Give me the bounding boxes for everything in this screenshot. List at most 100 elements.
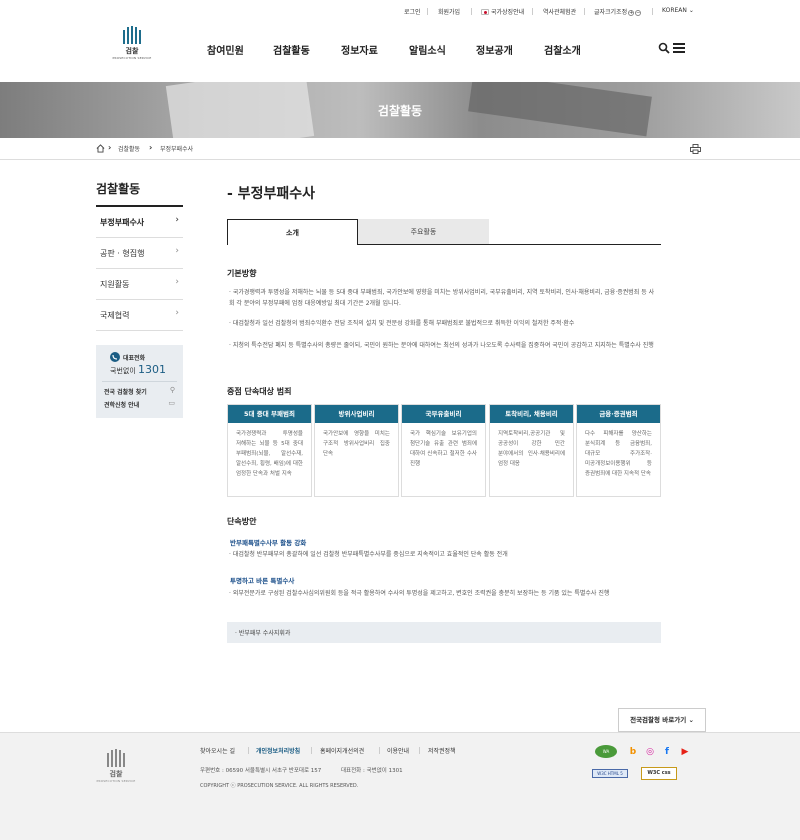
sidebar-item-international[interactable]: 국제협력 › xyxy=(96,300,183,331)
method-subtitle: 반부패특별수사부 활동 강화 xyxy=(230,539,307,547)
chevron-down-icon: ⌄ xyxy=(688,7,694,14)
divider xyxy=(584,8,585,15)
hamburger-menu-icon[interactable] xyxy=(673,43,685,53)
nav-item-about[interactable]: 검찰소개 xyxy=(544,42,581,57)
logo-text-en: PROSECUTION SERVICE xyxy=(112,56,152,60)
divider xyxy=(652,8,653,15)
method-paragraph: · 외부전문가로 구성된 검찰수사심의위원회 등을 적극 활용하여 수사의 투명… xyxy=(229,590,610,597)
card-heading: 방위사업비리 xyxy=(315,405,398,423)
divider xyxy=(532,8,533,15)
history-hall-link[interactable]: 역사관체험관 xyxy=(543,7,576,16)
method-subtitle: 투명하고 바른 특별수사 xyxy=(230,577,295,585)
divider xyxy=(419,747,420,754)
search-icon[interactable] xyxy=(658,42,670,54)
call-prefix: 국번없이 xyxy=(110,367,136,375)
print-icon[interactable] xyxy=(690,144,701,154)
tab-intro[interactable]: 소개 xyxy=(227,219,358,245)
font-size-control: 글자크기조정 + − xyxy=(594,7,642,16)
w3c-html-badge: W3C HTML 5 xyxy=(592,769,628,778)
tab-bar: 소개 주요활동 xyxy=(227,219,661,245)
sidebar-item-label: 부정부패수사 xyxy=(100,218,145,227)
footer-link-directions[interactable]: 찾아오시는 길 xyxy=(200,746,235,755)
basic-paragraph: · 국가경쟁력과 투명성을 저해하는 뇌물 등 5대 중대 부패범죄, 국가안보… xyxy=(229,289,655,307)
national-symbol-link[interactable]: 국가상징안내 xyxy=(481,7,524,16)
facebook-icon[interactable]: f xyxy=(662,747,672,757)
breadcrumb: › 검찰활동 › 부정부패수사 xyxy=(0,138,800,160)
footer-logo: 검찰 PROSECUTION SERVICE xyxy=(96,749,136,783)
section-title-basic: 기본방향 xyxy=(227,269,257,278)
tour-guide-link[interactable]: 견학신청 안내 xyxy=(104,400,139,409)
footer-link-usage[interactable]: 이용안내 xyxy=(387,746,409,755)
nav-item-activities[interactable]: 검찰활동 xyxy=(273,42,310,57)
language-select[interactable]: KOREAN ⌄ xyxy=(662,7,694,14)
footer-link-privacy[interactable]: 개인정보처리방침 xyxy=(256,746,300,755)
page-banner: 검찰활동 xyxy=(0,82,800,138)
instagram-icon[interactable]: ◎ xyxy=(645,747,655,757)
card-body: 지역토착비리,공공기관 및 공공성이 강한 민간 분야에서의 인사·채용비리에 … xyxy=(498,431,565,467)
page-title: - 부정부패수사 xyxy=(227,186,315,202)
calendar-icon: ▭ xyxy=(168,399,175,407)
card-body: 국가경쟁력과 투명성을 저해하는 뇌물 등 5대 중대 부패범죄(뇌물, 알선수… xyxy=(236,431,303,477)
breadcrumb-item[interactable]: 검찰활동 xyxy=(118,144,140,153)
sidebar-item-trial[interactable]: 공판 · 형집행 › xyxy=(96,238,183,269)
divider xyxy=(427,8,428,15)
nav-item-participation[interactable]: 참여민원 xyxy=(207,42,244,57)
divider xyxy=(248,747,249,754)
sidebar-item-label: 지원활동 xyxy=(100,280,130,289)
font-minus-button[interactable]: − xyxy=(635,10,642,16)
chevron-right-icon: › xyxy=(175,277,179,287)
chevron-right-icon: › xyxy=(175,308,179,318)
divider xyxy=(471,8,472,15)
divider xyxy=(379,747,380,754)
card-heading: 토착비리, 채용비리 xyxy=(490,405,573,423)
blog-icon[interactable]: b xyxy=(628,747,638,757)
card-heading: 금융·증권범죄 xyxy=(577,405,660,423)
method-paragraph: · 대검찰청 반부패부의 총괄하에 일선 검찰청 반부패특별수사부를 중심으로 … xyxy=(229,551,508,558)
breadcrumb-item-current[interactable]: 부정부패수사 xyxy=(160,144,193,153)
find-office-link[interactable]: 전국 검찰청 찾기 xyxy=(104,387,147,396)
font-plus-button[interactable]: + xyxy=(628,10,635,16)
tab-activities[interactable]: 주요활동 xyxy=(358,219,489,245)
utility-bar: 로그인 회원가입 국가상징안내 역사관체험관 글자크기조정 + − KOREAN ⌄ xyxy=(0,0,800,22)
basic-paragraph: · 지청의 특수전담 폐지 등 특별수사의 총량은 줄이되, 국민이 원하는 분… xyxy=(229,342,654,349)
card-heading: 국부유출비리 xyxy=(402,405,485,423)
nav-item-resources[interactable]: 정보자료 xyxy=(341,42,378,57)
focus-card: 토착비리, 채용비리 지역토착비리,공공기관 및 공공성이 강한 민간 분야에서… xyxy=(489,404,574,497)
card-body: 국가 핵심기술 보유기업의 첨단기술 유출 관련 범죄에 대하여 신속하고 철저… xyxy=(410,431,477,467)
nav-item-disclosure[interactable]: 정보공개 xyxy=(476,42,513,57)
youtube-icon[interactable]: ▶ xyxy=(680,747,690,757)
sidebar-item-label: 국제협력 xyxy=(100,311,130,320)
section-title-method: 단속방안 xyxy=(227,517,257,526)
footer-copyright: COPYRIGHT ⓒ PROSECUTION SERVICE. ALL RIG… xyxy=(200,783,359,789)
login-link[interactable]: 로그인 xyxy=(404,7,421,16)
sidebar-title: 검찰활동 xyxy=(96,182,141,196)
banner-title: 검찰활동 xyxy=(377,104,423,118)
nav-item-news[interactable]: 알림소식 xyxy=(409,42,446,57)
site-logo[interactable]: 검찰 PROSECUTION SERVICE xyxy=(112,26,152,66)
chevron-right-icon: › xyxy=(175,215,179,225)
font-size-label: 글자크기조정 xyxy=(594,9,628,16)
card-body: 국가안보에 영향을 미치는 구조적 방위사업비리 집중 단속 xyxy=(323,431,390,457)
focus-card: 국부유출비리 국가 핵심기술 보유기업의 첨단기술 유출 관련 범죄에 대하여 … xyxy=(401,404,486,497)
department-label: · 반부패부 수사지휘과 xyxy=(235,630,291,637)
logo-mark-icon xyxy=(112,26,152,44)
footer-phone: 대표전화 : 국번없이 1301 xyxy=(341,768,403,774)
national-symbol-label: 국가상징안내 xyxy=(491,9,525,16)
footer-link-feedback[interactable]: 홈페이지개선의견 xyxy=(320,746,364,755)
card-body: 다수 피해자를 양산하는 분식회계 등 금융범죄, 대규모 주가조작·미공개정보… xyxy=(585,431,652,477)
web-accessibility-mark-icon: WA xyxy=(595,745,617,758)
footer-link-copyright[interactable]: 저작권정책 xyxy=(428,746,456,755)
sidebar-item-support[interactable]: 지원활동 › xyxy=(96,269,183,300)
sidebar-item-corruption[interactable]: 부정부패수사 › xyxy=(96,207,183,238)
home-icon[interactable] xyxy=(96,144,105,153)
chevron-right-icon: › xyxy=(108,143,112,152)
divider xyxy=(311,747,312,754)
section-title-focus: 중점 단속대상 범죄 xyxy=(227,387,292,396)
department-box: · 반부패부 수사지휘과 xyxy=(227,622,661,643)
call-number: 국번없이 1301 xyxy=(110,363,166,376)
office-shortcut-button[interactable]: 전국검찰청 바로가기 ⌄ xyxy=(618,708,706,732)
tab-baseline xyxy=(358,244,661,245)
header: 검찰 PROSECUTION SERVICE 참여민원 검찰활동 정보자료 알림… xyxy=(0,22,800,82)
w3c-css-badge: W3C css xyxy=(641,767,677,780)
signup-link[interactable]: 회원가입 xyxy=(438,7,460,16)
